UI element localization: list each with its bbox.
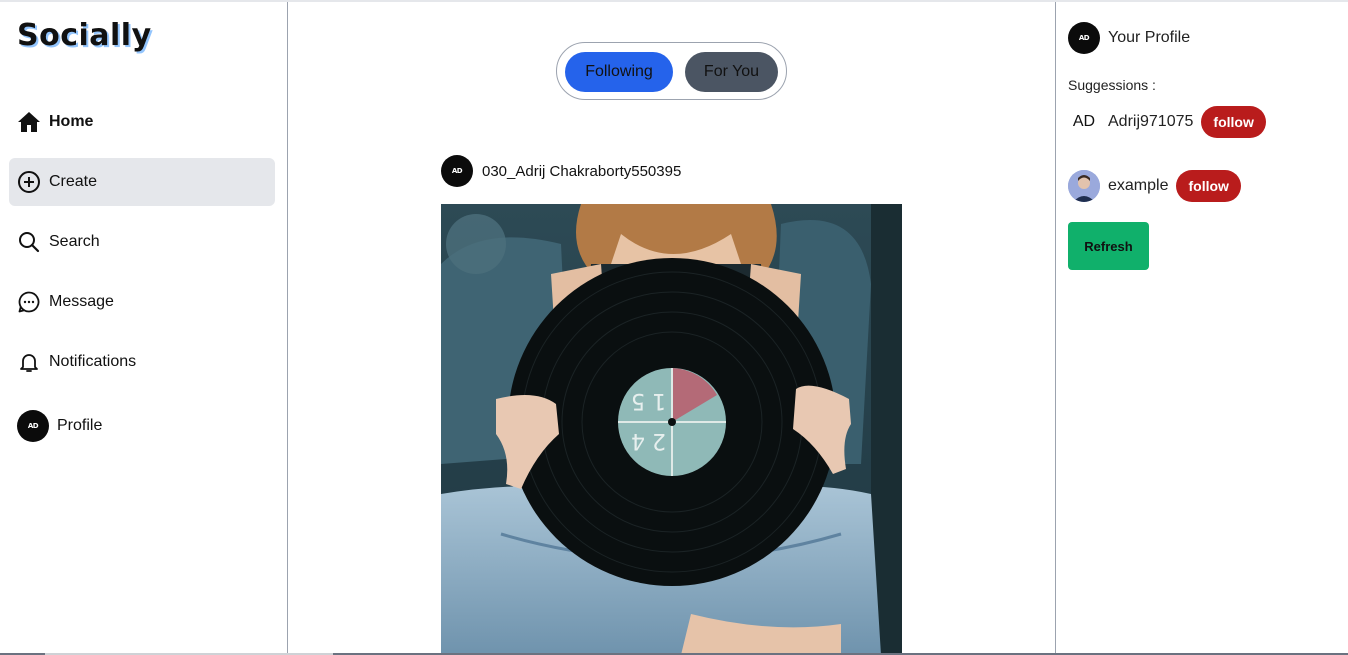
avatar[interactable] xyxy=(1068,170,1100,202)
suggestion-item: AD Adrij971075 follow xyxy=(1068,106,1266,138)
sidebar-item-search[interactable]: Search xyxy=(9,218,275,266)
refresh-button[interactable]: Refresh xyxy=(1068,222,1149,270)
sidebar-item-home[interactable]: Home xyxy=(9,98,275,146)
follow-button[interactable]: follow xyxy=(1201,106,1266,138)
sidebar-item-label: Profile xyxy=(57,417,103,434)
post-image[interactable]: 1 5 2 4 xyxy=(441,204,902,655)
sidebar-item-profile[interactable]: AD Profile xyxy=(9,402,275,450)
plus-circle-icon xyxy=(17,170,41,194)
message-bubble-icon xyxy=(17,290,41,314)
avatar[interactable]: AD xyxy=(441,155,473,187)
avatar[interactable]: AD xyxy=(1068,106,1100,138)
avatar: AD xyxy=(1068,22,1100,54)
sidebar-item-message[interactable]: Message xyxy=(9,278,275,326)
post-username[interactable]: 030_Adrij Chakraborty550395 xyxy=(482,163,681,180)
sidebar-item-label: Home xyxy=(49,113,94,130)
sidebar-item-label: Search xyxy=(49,233,100,250)
svg-text:1 5: 1 5 xyxy=(631,388,666,413)
tab-for-you[interactable]: For You xyxy=(685,52,778,92)
feed-toggle: Following For You xyxy=(556,42,787,100)
search-icon xyxy=(17,230,41,254)
tab-following[interactable]: Following xyxy=(565,52,673,92)
suggestion-item: example follow xyxy=(1068,170,1241,202)
avatar: AD xyxy=(17,410,49,442)
suggestions-title: Suggessions : xyxy=(1068,77,1156,93)
suggestion-username[interactable]: Adrij971075 xyxy=(1108,113,1193,131)
sidebar-item-notifications[interactable]: Notifications xyxy=(9,338,275,386)
sidebar-item-label: Message xyxy=(49,293,114,310)
your-profile-label: Your Profile xyxy=(1108,29,1191,46)
post-header: AD 030_Adrij Chakraborty550395 xyxy=(441,155,681,187)
sidebar: Socially Home Create Search Message Noti… xyxy=(0,2,288,655)
sidebar-item-label: Notifications xyxy=(49,353,137,370)
sidebar-item-label: Create xyxy=(49,173,98,190)
feed: Following For You AD 030_Adrij Chakrabor… xyxy=(289,2,1055,655)
suggestions-panel: AD Your Profile Suggessions : AD Adrij97… xyxy=(1055,2,1348,655)
app-logo[interactable]: Socially xyxy=(17,18,152,53)
your-profile-link[interactable]: AD Your Profile xyxy=(1068,22,1190,54)
sidebar-item-create[interactable]: Create xyxy=(9,158,275,206)
follow-button[interactable]: follow xyxy=(1176,170,1241,202)
home-icon xyxy=(17,110,41,134)
svg-text:2 4: 2 4 xyxy=(631,428,666,453)
bell-icon xyxy=(17,350,41,374)
suggestion-username[interactable]: example xyxy=(1108,177,1168,195)
